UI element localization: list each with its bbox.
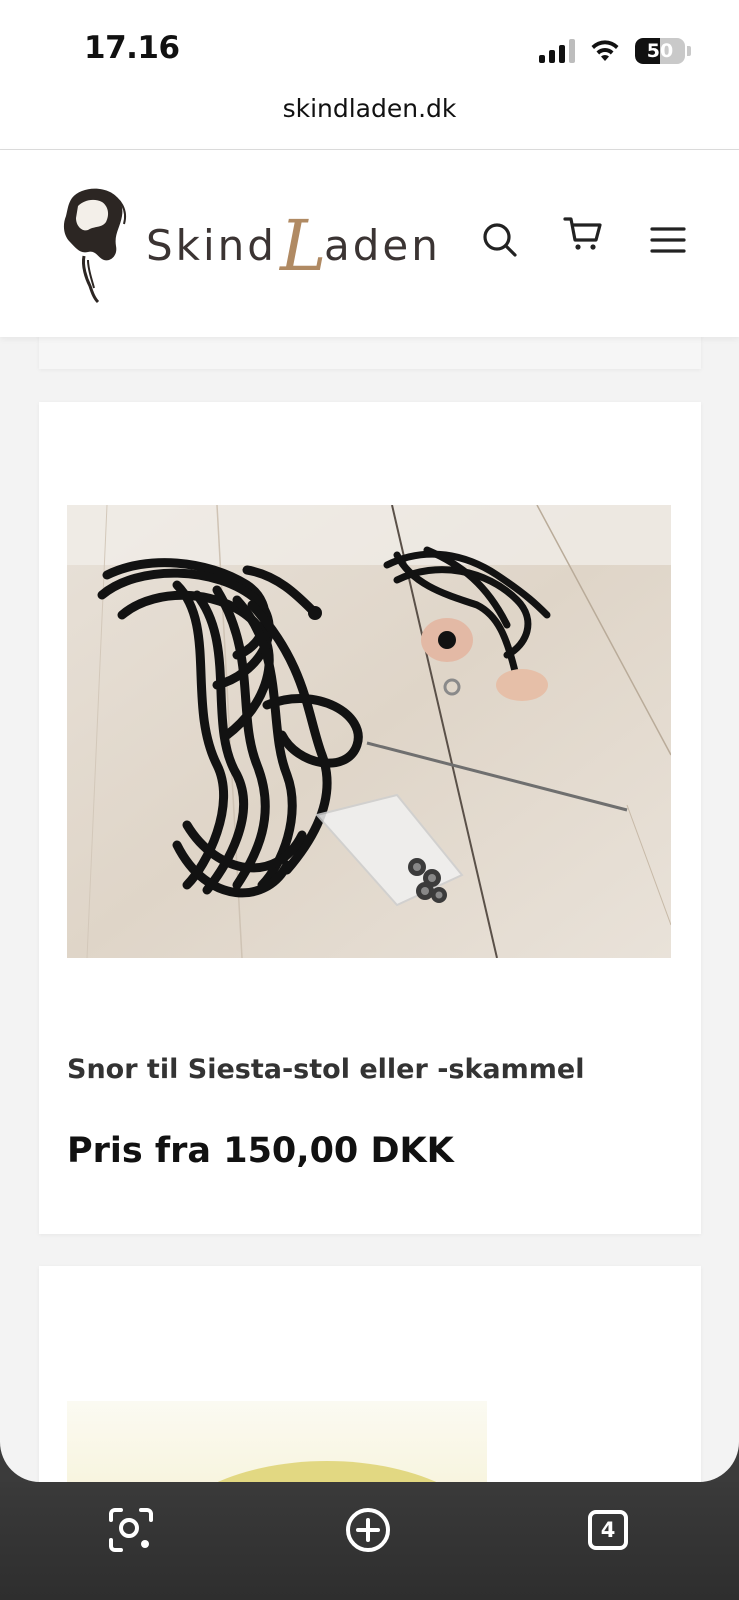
status-bar: 17.16 50 skindladen.dk xyxy=(0,0,739,150)
tab-count: 4 xyxy=(600,1518,616,1542)
menu-icon[interactable] xyxy=(648,220,688,260)
cellular-signal-icon xyxy=(539,39,575,63)
svg-text:aden: aden xyxy=(324,221,436,270)
product-image[interactable] xyxy=(67,505,671,958)
site-logo[interactable]: Skind L aden xyxy=(58,186,436,304)
battery-icon: 50 xyxy=(635,38,685,64)
product-photo xyxy=(67,505,671,958)
next-product-card[interactable] xyxy=(39,1266,701,1482)
status-icons: 50 xyxy=(539,36,691,66)
tabs-button[interactable]: 4 xyxy=(582,1504,634,1556)
svg-text:Skind: Skind xyxy=(146,221,277,270)
site-header: Skind L aden xyxy=(0,150,739,337)
product-price: Pris fra 150,00 DKK xyxy=(67,1131,454,1171)
logo-emblem-icon xyxy=(63,188,126,304)
svg-text:L: L xyxy=(278,205,329,284)
visual-search-icon[interactable] xyxy=(105,1504,157,1556)
next-product-image[interactable] xyxy=(67,1401,487,1482)
next-product-photo xyxy=(217,1461,437,1482)
cart-icon[interactable] xyxy=(563,214,603,254)
search-icon[interactable] xyxy=(480,220,520,260)
new-tab-icon[interactable] xyxy=(342,1504,394,1556)
browser-viewport: 17.16 50 skindladen.dk Skind L aden Snor… xyxy=(0,0,739,1482)
battery-percent: 50 xyxy=(646,40,674,62)
logo-wordmark-art: Skind L aden xyxy=(146,205,436,284)
battery-tip xyxy=(687,46,691,56)
status-time: 17.16 xyxy=(84,30,180,66)
product-card[interactable]: Snor til Siesta-stol eller -skammel Pris… xyxy=(39,402,701,1234)
browser-toolbar: 4 xyxy=(0,1482,739,1600)
url-bar[interactable]: skindladen.dk xyxy=(0,94,739,123)
product-title[interactable]: Snor til Siesta-stol eller -skammel xyxy=(67,1054,681,1085)
wifi-icon xyxy=(591,40,619,61)
